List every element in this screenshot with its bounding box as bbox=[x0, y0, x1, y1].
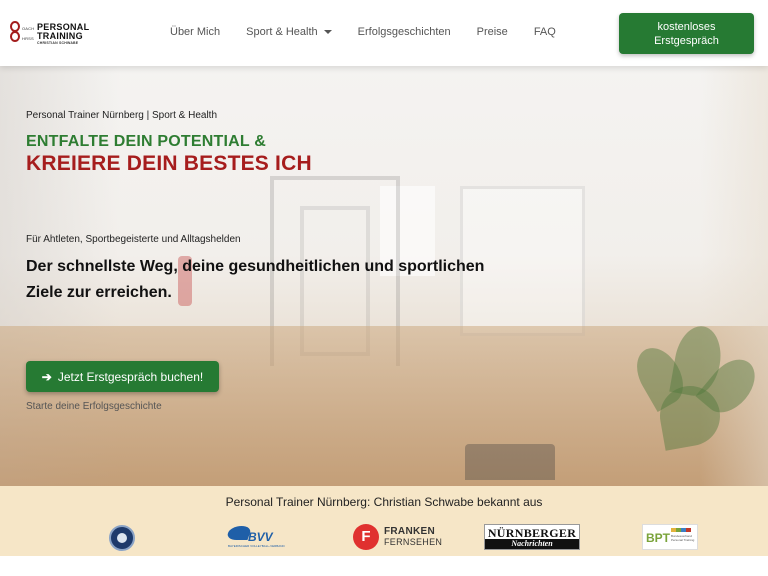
press-logo-seal bbox=[109, 525, 135, 551]
hero-kicker: Personal Trainer Nürnberg | Sport & Heal… bbox=[26, 110, 218, 121]
nav-item-preise[interactable]: Preise bbox=[477, 26, 508, 38]
press-logo-nuernberger-nachrichten: NÜRNBERGER Nachrichten bbox=[484, 524, 580, 550]
page-bottom-spacer bbox=[0, 556, 768, 576]
bvv-logo-sub: BAYERISCHER VOLLEYBALL-VERBAND bbox=[228, 544, 285, 548]
press-strip-title: Personal Trainer Nürnberg: Christian Sch… bbox=[225, 495, 543, 509]
bvv-logo-text: BVV bbox=[248, 530, 273, 544]
logo-mark-bottom: HRSS bbox=[22, 36, 34, 41]
book-consultation-label: Jetzt Erstgespräch buchen! bbox=[57, 369, 204, 384]
bpt-color-bar-icon bbox=[671, 528, 691, 532]
header-cta-button[interactable]: kostenloses Erstgespräch bbox=[619, 13, 754, 54]
bpt-logo-sub: Bundesverband Personal Training bbox=[671, 534, 695, 542]
main-nav: Über Mich Sport & Health Erfolgsgeschich… bbox=[170, 26, 556, 38]
bpt-logo-text: BPT bbox=[646, 531, 670, 545]
press-logo-bpt: BPT Bundesverband Personal Training bbox=[642, 524, 698, 550]
site-header: OACH HRSS PERSONAL TRAINING CHRISTIAN SC… bbox=[0, 0, 768, 66]
nav-item-erfolgsgeschichten[interactable]: Erfolgsgeschichten bbox=[358, 26, 451, 38]
nav-item-sport-health-label: Sport & Health bbox=[246, 26, 318, 38]
brand-logo[interactable]: OACH HRSS PERSONAL TRAINING CHRISTIAN SC… bbox=[10, 19, 90, 49]
nav-item-ueber-mich[interactable]: Über Mich bbox=[170, 26, 220, 38]
nn-logo-line-2: Nachrichten bbox=[485, 539, 579, 549]
logo-mark-icon bbox=[10, 21, 20, 43]
franken-fernsehen-icon: F bbox=[353, 524, 379, 550]
chevron-down-icon bbox=[323, 30, 332, 34]
success-story-link[interactable]: Starte deine Erfolgsgeschichte bbox=[26, 401, 162, 412]
logo-line-2: TRAINING bbox=[37, 31, 83, 41]
arrow-right-icon: ➔ bbox=[41, 369, 52, 384]
hero-content: Personal Trainer Nürnberg | Sport & Heal… bbox=[26, 66, 746, 486]
press-logo-franken-fernsehen: F FRANKEN FERNSEHEN bbox=[353, 524, 442, 550]
logo-mark-top: OACH bbox=[22, 26, 35, 31]
nav-item-faq[interactable]: FAQ bbox=[534, 26, 556, 38]
nav-item-sport-health[interactable]: Sport & Health bbox=[246, 26, 332, 38]
press-strip: Personal Trainer Nürnberg: Christian Sch… bbox=[0, 486, 768, 556]
hero-headline-green: ENTFALTE DEIN POTENTIAL & bbox=[26, 133, 266, 150]
franken-logo-line-1: FRANKEN bbox=[384, 526, 435, 537]
franken-logo-line-2: FERNSEHEN bbox=[384, 537, 443, 547]
hero-lead: Der schnellste Weg, deine gesundheitlich… bbox=[26, 258, 485, 301]
logo-line-3: CHRISTIAN SCHWABE bbox=[37, 41, 79, 45]
hero-headline-red: KREIERE DEIN BESTES ICH bbox=[26, 152, 312, 175]
press-logo-bvv: BVV BAYERISCHER VOLLEYBALL-VERBAND bbox=[225, 524, 288, 550]
hero-audience: Für Ahtleten, Sportbegeisterte und Allta… bbox=[26, 234, 241, 245]
book-consultation-button[interactable]: ➔ Jetzt Erstgespräch buchen! bbox=[26, 361, 219, 392]
hero-section: Personal Trainer Nürnberg | Sport & Heal… bbox=[0, 66, 768, 486]
